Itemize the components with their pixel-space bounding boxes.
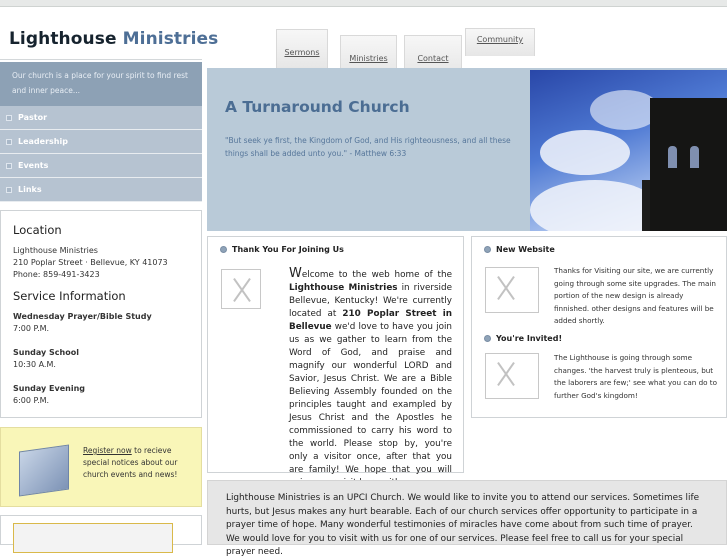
circle-bullet-icon <box>484 246 491 253</box>
location-heading: Location <box>13 223 62 237</box>
location-address: 210 Poplar Street · Bellevue, KY 41073 <box>13 258 168 267</box>
tab-sermons[interactable]: Sermons <box>276 29 328 69</box>
map-thumbnail-image[interactable] <box>13 523 173 553</box>
sidebar-item-pastor[interactable]: Pastor <box>0 106 202 130</box>
placeholder-image-icon <box>485 353 539 399</box>
register-text: Register now to recieve special notices … <box>83 445 195 481</box>
service-day: Sunday School <box>13 348 79 357</box>
sidebar-item-label: Leadership <box>18 137 68 146</box>
hero-quote: "But seek ye first, the Kingdom of God, … <box>225 136 511 158</box>
location-panel: Location Lighthouse Ministries 210 Popla… <box>0 210 202 418</box>
service-day: Wednesday Prayer/Bible Study <box>13 312 152 321</box>
square-bullet-icon <box>6 187 12 193</box>
sidebar-nav: Pastor Leadership Events Links <box>0 106 202 202</box>
news-text: The Lighthouse is going through some cha… <box>554 353 718 400</box>
tab-community[interactable]: Community <box>465 28 535 56</box>
sidebar-intro: Our church is a place for your spirit to… <box>0 62 202 106</box>
news-panel: New Website Thanks for Visiting our site… <box>471 236 727 418</box>
news-text: Thanks for Visiting our site, we are cur… <box>554 266 716 325</box>
logo-text-part2: Ministries <box>122 29 219 49</box>
invitation-text: Lighthouse Ministries is an UPCI Church.… <box>207 480 727 557</box>
news-title: You're Invited! <box>484 334 562 343</box>
hero-title: A Turnaround Church <box>225 98 410 116</box>
sidebar-item-label: Events <box>18 161 49 170</box>
square-bullet-icon <box>6 115 12 121</box>
logo-divider <box>0 59 202 60</box>
sidebar-item-leadership[interactable]: Leadership <box>0 130 202 154</box>
sidebar-item-label: Pastor <box>18 113 48 122</box>
circle-bullet-icon <box>220 246 227 253</box>
sidebar-item-label: Links <box>18 185 42 194</box>
top-bar <box>0 0 727 7</box>
service-time: 7:00 P.M. <box>13 324 50 333</box>
hero-banner: A Turnaround Church "But seek ye first, … <box>207 68 727 231</box>
tower-shape <box>650 98 727 231</box>
location-phone: Phone: 859-491-3423 <box>13 270 100 279</box>
square-bullet-icon <box>6 139 12 145</box>
register-link[interactable]: Register now <box>83 446 132 455</box>
map-thumbnail-panel <box>0 515 202 553</box>
service-time: 10:30 A.M. <box>13 360 56 369</box>
service-heading: Service Information <box>13 289 126 303</box>
welcome-title: Thank You For Joining Us <box>220 245 451 254</box>
welcome-panel: Thank You For Joining Us Welcome to the … <box>207 236 464 488</box>
service-day: Sunday Evening <box>13 384 85 393</box>
circle-bullet-icon <box>484 335 491 342</box>
church-tower-photo <box>530 70 727 231</box>
news-title: New Website <box>484 245 714 254</box>
sidebar-item-events[interactable]: Events <box>0 154 202 178</box>
site-logo[interactable]: Lighthouse Ministries <box>9 29 218 49</box>
square-bullet-icon <box>6 163 12 169</box>
sidebar-item-links[interactable]: Links <box>0 178 202 202</box>
welcome-body: Welcome to the web home of the Lighthous… <box>289 266 452 488</box>
placeholder-image-icon <box>485 267 539 313</box>
service-time: 6:00 P.M. <box>13 396 50 405</box>
location-name: Lighthouse Ministries <box>13 246 98 255</box>
register-panel: Register now to recieve special notices … <box>0 427 202 507</box>
logo-text-part1: Lighthouse <box>9 29 117 49</box>
envelope-cube-icon <box>19 444 69 497</box>
